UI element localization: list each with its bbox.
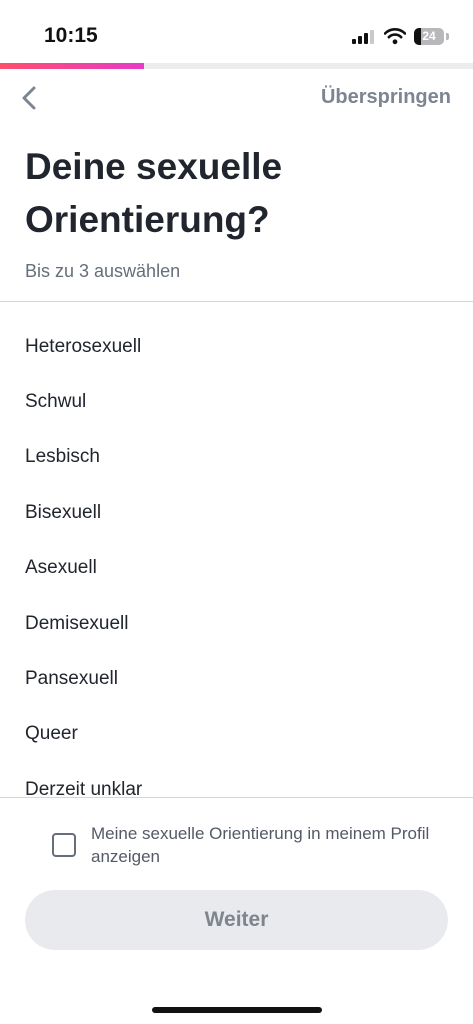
status-time: 10:15 (44, 24, 98, 47)
option-label: Bisexuell (25, 502, 102, 523)
option-label: Pansexuell (25, 668, 118, 689)
orientation-option-list[interactable]: Heterosexuell Schwul Lesbisch Bisexuell … (0, 302, 473, 797)
option-bisexuell[interactable]: Bisexuell (0, 485, 473, 540)
option-schwul[interactable]: Schwul (0, 374, 473, 429)
status-bar: 10:15 24 (0, 0, 473, 62)
progress-bar-fill (0, 63, 145, 69)
show-on-profile-checkbox[interactable] (52, 833, 76, 857)
continue-button-label: Weiter (204, 908, 269, 931)
home-indicator (152, 1007, 322, 1013)
option-label: Lesbisch (25, 446, 100, 467)
option-label: Asexuell (25, 557, 97, 578)
back-button[interactable] (14, 82, 46, 114)
option-label: Heterosexuell (25, 336, 142, 357)
option-label: Schwul (25, 391, 87, 412)
option-label: Demisexuell (25, 613, 129, 634)
option-demisexuell[interactable]: Demisexuell (0, 596, 473, 651)
chevron-left-icon (22, 86, 36, 110)
option-pansexuell[interactable]: Pansexuell (0, 651, 473, 706)
continue-button[interactable]: Weiter (25, 890, 448, 950)
divider (0, 797, 473, 798)
option-asexuell[interactable]: Asexuell (0, 540, 473, 595)
option-queer[interactable]: Queer (0, 706, 473, 761)
battery-icon: 24 (414, 28, 444, 45)
cellular-signal-icon (352, 30, 376, 44)
option-heterosexuell[interactable]: Heterosexuell (0, 319, 473, 374)
wifi-icon (384, 28, 406, 45)
battery-level: 24 (422, 29, 436, 43)
option-derzeit-unklar[interactable]: Derzeit unklar (0, 762, 473, 797)
option-label: Derzeit unklar (25, 779, 143, 797)
battery-tip (446, 33, 449, 40)
option-label: Queer (25, 723, 78, 744)
skip-button[interactable]: Überspringen (321, 86, 451, 109)
option-lesbisch[interactable]: Lesbisch (0, 429, 473, 484)
show-on-profile-label[interactable]: Meine sexuelle Orientierung in meinem Pr… (91, 822, 441, 868)
selection-hint: Bis zu 3 auswählen (25, 261, 181, 281)
page-title: Deine sexuelle Orientierung? (25, 146, 283, 240)
progress-bar (0, 63, 473, 69)
